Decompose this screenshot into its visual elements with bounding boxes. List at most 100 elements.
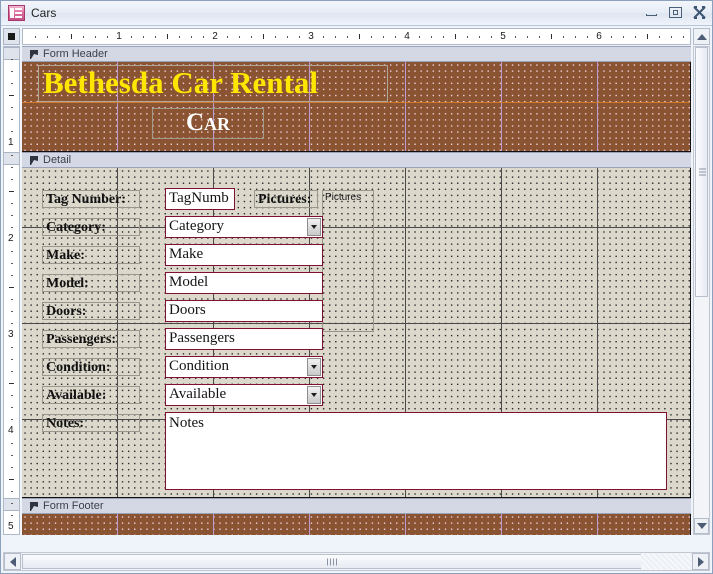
scroll-up-button[interactable]	[693, 28, 710, 45]
ruler-tick	[299, 36, 300, 38]
ruler-tick	[515, 36, 516, 38]
ruler-tick-label: 4	[8, 425, 14, 436]
ruler-tick	[11, 503, 13, 504]
ruler-tick	[11, 71, 13, 72]
vertical-scrollbar[interactable]	[693, 46, 710, 535]
label-pictures[interactable]: Pictures:	[254, 190, 318, 208]
ruler-tick-label: 4	[404, 31, 410, 42]
field-available[interactable]: Available	[165, 384, 323, 406]
scrollbar-grip-icon	[699, 168, 706, 176]
ruler-tick-label: 5	[8, 521, 14, 532]
ruler-tick	[11, 467, 13, 468]
ruler-tick	[539, 36, 540, 38]
form-title-label[interactable]: Bethesda Car Rental	[38, 65, 388, 102]
section-flag-icon	[30, 50, 38, 59]
section-bar-form-footer[interactable]: Form Footer	[22, 498, 691, 514]
ruler-tick-label: 1	[8, 137, 14, 148]
field-notes[interactable]: Notes	[165, 412, 667, 490]
ruler-tick	[11, 107, 13, 108]
horizontal-scrollbar-thumb[interactable]	[22, 554, 642, 569]
ruler-tick	[35, 36, 36, 38]
label-model[interactable]: Model:	[42, 274, 140, 292]
label-category[interactable]: Category:	[42, 218, 140, 236]
ruler-tick	[11, 299, 13, 300]
scrollbar-track[interactable]	[641, 554, 691, 569]
scroll-down-button[interactable]	[694, 518, 709, 534]
ruler-tick	[671, 36, 672, 38]
ruler-tick	[71, 34, 72, 39]
ruler-tick	[431, 36, 432, 38]
ruler-tick	[479, 36, 480, 38]
ruler-tick	[47, 36, 48, 38]
label-condition[interactable]: Condition:	[42, 358, 140, 376]
detail-band[interactable]: Tag Number: TagNumb Pictures: Pictures C…	[22, 168, 691, 498]
ruler-tick	[323, 36, 324, 38]
ruler-tick	[467, 36, 468, 38]
detail-section-selector[interactable]	[4, 152, 19, 165]
form-footer-band[interactable]	[22, 514, 691, 535]
footer-section-selector[interactable]	[4, 498, 19, 511]
access-form-design-window: Cars 123456 12345 Form Header Bethesda C…	[0, 0, 713, 574]
field-tag-number[interactable]: TagNumb	[165, 188, 235, 210]
ruler-tick	[95, 36, 96, 38]
field-make[interactable]: Make	[165, 244, 323, 266]
close-icon[interactable]	[691, 5, 708, 20]
ruler-tick	[11, 419, 13, 420]
chevron-down-icon[interactable]	[307, 386, 321, 404]
ruler-tick	[11, 347, 13, 348]
label-tag-number[interactable]: Tag Number:	[42, 190, 140, 208]
form-header-band[interactable]: Bethesda Car Rental Car	[22, 62, 691, 152]
scroll-right-button[interactable]	[692, 553, 709, 570]
label-passengers[interactable]: Passengers:	[42, 330, 140, 348]
arrow-right-icon	[697, 556, 704, 567]
label-make[interactable]: Make:	[42, 246, 140, 264]
form-design-canvas[interactable]: Form Header Bethesda Car Rental Car Deta…	[22, 46, 691, 535]
arrow-up-icon	[696, 33, 707, 40]
scroll-left-button[interactable]	[4, 553, 21, 570]
ruler-tick	[9, 191, 14, 192]
label-notes[interactable]: Notes:	[42, 414, 140, 432]
ruler-tick	[263, 34, 264, 39]
section-bar-form-header[interactable]: Form Header	[22, 46, 691, 62]
field-condition[interactable]: Condition	[165, 356, 323, 378]
ruler-tick	[623, 36, 624, 38]
ruler-tick	[11, 155, 13, 156]
ruler-tick-label: 6	[596, 31, 602, 42]
field-doors[interactable]: Doors	[165, 300, 323, 322]
restore-button[interactable]	[667, 5, 684, 20]
horizontal-ruler[interactable]: 1 2 3 4 5 6	[22, 28, 691, 45]
ruler-tick	[359, 34, 360, 39]
field-model[interactable]: Model	[165, 272, 323, 294]
ruler-tick	[9, 95, 14, 96]
scrollbar-grip-icon	[327, 558, 337, 565]
ruler-tick	[287, 36, 288, 38]
chevron-down-icon[interactable]	[307, 358, 321, 376]
vertical-ruler[interactable]: 1 2 3 4 5	[3, 46, 20, 535]
field-passengers[interactable]: Passengers	[165, 328, 323, 350]
ruler-tick	[11, 407, 13, 408]
field-pictures[interactable]: Pictures	[322, 190, 374, 332]
vertical-scrollbar-thumb[interactable]	[695, 47, 708, 297]
ruler-tick	[59, 36, 60, 38]
ruler-tick	[11, 119, 13, 120]
ruler-tick	[9, 287, 14, 288]
ruler-tick	[659, 36, 660, 38]
label-available[interactable]: Available:	[42, 386, 140, 404]
ruler-tick	[335, 36, 336, 38]
ruler-tick	[647, 34, 648, 39]
minimize-button[interactable]	[643, 5, 660, 20]
ruler-tick-label: 3	[8, 329, 14, 340]
ruler-tick	[347, 36, 348, 38]
horizontal-scrollbar[interactable]	[3, 552, 710, 571]
field-category[interactable]: Category	[165, 216, 323, 238]
ruler-tick	[395, 36, 396, 38]
chevron-down-icon[interactable]	[307, 218, 321, 236]
ruler-tick	[239, 36, 240, 38]
field-category-value: Category	[169, 218, 224, 234]
section-bar-detail[interactable]: Detail	[22, 152, 691, 168]
form-subtitle-label[interactable]: Car	[152, 108, 264, 139]
label-doors[interactable]: Doors:	[42, 302, 140, 320]
form-selector-button[interactable]	[3, 28, 20, 45]
ruler-tick	[11, 443, 13, 444]
ruler-tick	[11, 263, 13, 264]
